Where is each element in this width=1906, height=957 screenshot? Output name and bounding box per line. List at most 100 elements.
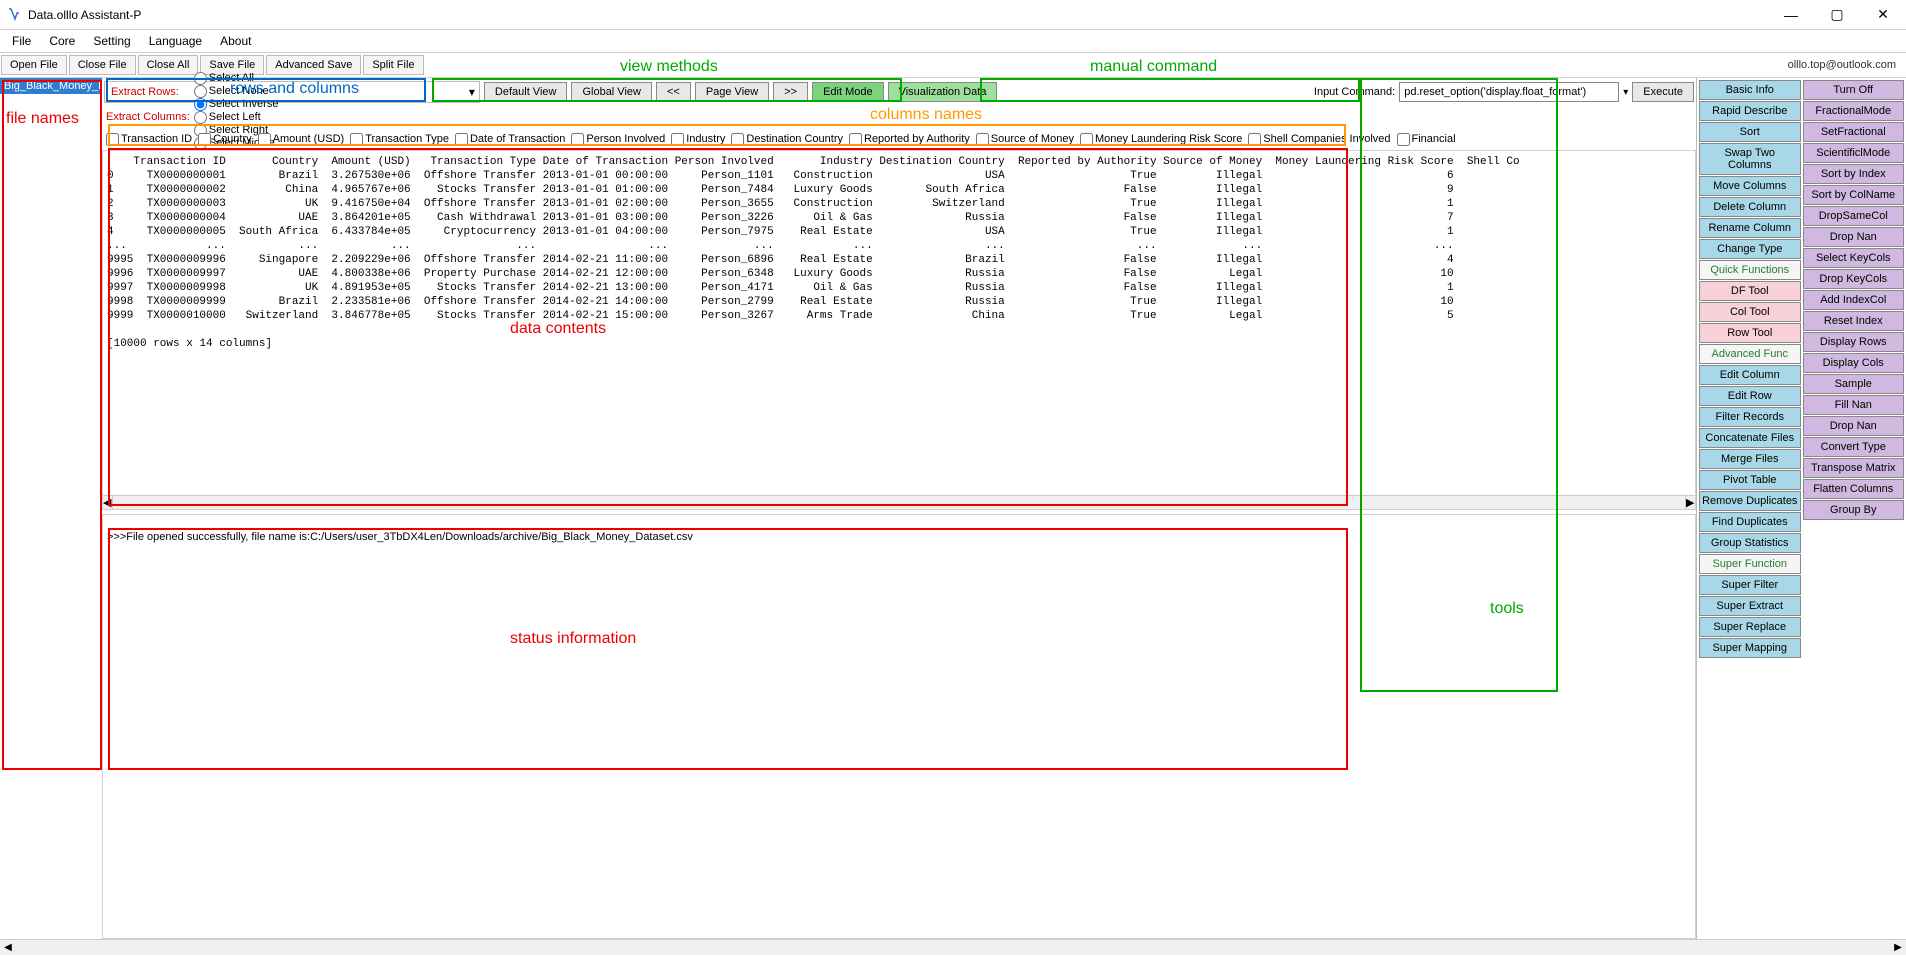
close-file-button[interactable]: Close File [69,55,136,75]
colcheck-amount-usd-[interactable]: Amount (USD) [258,133,345,146]
menu-core[interactable]: Core [41,32,83,50]
menu-setting[interactable]: Setting [85,32,138,50]
tool-super-filter[interactable]: Super Filter [1699,575,1801,595]
colcheck-box[interactable] [976,133,989,146]
tool-reset-index[interactable]: Reset Index [1803,311,1905,331]
menu-language[interactable]: Language [141,32,210,50]
colsel-select-left[interactable]: Select Left [194,111,279,124]
extract-rows-dropdown-icon[interactable]: ▾ [465,85,479,99]
tool-add-indexcol[interactable]: Add IndexCol [1803,290,1905,310]
colsel-select-all[interactable]: Select All [194,72,279,85]
default-view-button[interactable]: Default View [484,82,568,102]
menu-about[interactable]: About [212,32,259,50]
tool-super-extract[interactable]: Super Extract [1699,596,1801,616]
tool-delete-column[interactable]: Delete Column [1699,197,1801,217]
colsel-radio-select-none[interactable] [194,85,207,98]
scroll-right-icon[interactable]: ▶ [1890,942,1906,953]
colcheck-person-involved[interactable]: Person Involved [571,133,665,146]
colsel-select-none[interactable]: Select None [194,85,279,98]
close-all-button[interactable]: Close All [138,55,199,75]
bottom-scrollbar[interactable]: ◀ ▶ [0,939,1906,955]
colcheck-box[interactable] [1080,133,1093,146]
tool-sort[interactable]: Sort [1699,122,1801,142]
visualization-data-button[interactable]: Visualization Data [888,82,998,102]
edit-mode-button[interactable]: Edit Mode [812,82,884,102]
tool-df-tool[interactable]: DF Tool [1699,281,1801,301]
hscroll-right-icon[interactable]: ▶ [1685,496,1695,509]
--button[interactable]: >> [773,82,808,102]
close-button[interactable]: ✕ [1860,0,1906,29]
split-file-button[interactable]: Split File [363,55,423,75]
colsel-radio-select-all[interactable] [194,72,207,85]
tool-remove-duplicates[interactable]: Remove Duplicates [1699,491,1801,511]
tool-pivot-table[interactable]: Pivot Table [1699,470,1801,490]
tool-edit-row[interactable]: Edit Row [1699,386,1801,406]
colcheck-box[interactable] [671,133,684,146]
colsel-radio-select-inverse[interactable] [194,98,207,111]
tool-scientificlmode[interactable]: ScientificlMode [1803,143,1905,163]
colcheck-box[interactable] [198,133,211,146]
colcheck-industry[interactable]: Industry [671,133,725,146]
tool-rename-column[interactable]: Rename Column [1699,218,1801,238]
colcheck-transaction-id[interactable]: Transaction ID [106,133,192,146]
colcheck-country[interactable]: Country [198,133,252,146]
colcheck-money-laundering-risk-score[interactable]: Money Laundering Risk Score [1080,133,1242,146]
tool-transpose-matrix[interactable]: Transpose Matrix [1803,458,1905,478]
tool-sort-by-colname[interactable]: Sort by ColName [1803,185,1905,205]
tool-change-type[interactable]: Change Type [1699,239,1801,259]
colcheck-box[interactable] [350,133,363,146]
colcheck-box[interactable] [106,133,119,146]
global-view-button[interactable]: Global View [571,82,652,102]
tool-group-statistics[interactable]: Group Statistics [1699,533,1801,553]
page-view-button[interactable]: Page View [695,82,769,102]
colcheck-date-of-transaction[interactable]: Date of Transaction [455,133,565,146]
tool-super-mapping[interactable]: Super Mapping [1699,638,1801,658]
tool-edit-column[interactable]: Edit Column [1699,365,1801,385]
tool-col-tool[interactable]: Col Tool [1699,302,1801,322]
menu-file[interactable]: File [4,32,39,50]
maximize-button[interactable]: ▢ [1814,0,1860,29]
colcheck-box[interactable] [731,133,744,146]
tool-filter-records[interactable]: Filter Records [1699,407,1801,427]
tool-rapid-describe[interactable]: Rapid Describe [1699,101,1801,121]
--button[interactable]: << [656,82,691,102]
scroll-left-icon[interactable]: ◀ [0,942,16,953]
tool-select-keycols[interactable]: Select KeyCols [1803,248,1905,268]
tool-super-replace[interactable]: Super Replace [1699,617,1801,637]
status-pane[interactable]: >>>File opened successfully, file name i… [102,514,1696,939]
colcheck-shell-companies-involved[interactable]: Shell Companies Involved [1248,133,1390,146]
tool-flatten-columns[interactable]: Flatten Columns [1803,479,1905,499]
tool-turn-off[interactable]: Turn Off [1803,80,1905,100]
colsel-select-inverse[interactable]: Select Inverse [194,98,279,111]
tool-swap-two-columns[interactable]: Swap Two Columns [1699,143,1801,175]
tool-dropsamecol[interactable]: DropSameCol [1803,206,1905,226]
colcheck-box[interactable] [258,133,271,146]
colcheck-box[interactable] [571,133,584,146]
colcheck-box[interactable] [849,133,862,146]
colcheck-reported-by-authority[interactable]: Reported by Authority [849,133,970,146]
tool-sort-by-index[interactable]: Sort by Index [1803,164,1905,184]
tool-fill-nan[interactable]: Fill Nan [1803,395,1905,415]
tool-sample[interactable]: Sample [1803,374,1905,394]
tool-drop-nan[interactable]: Drop Nan [1803,416,1905,436]
colcheck-financial[interactable]: Financial [1397,133,1456,146]
minimize-button[interactable]: — [1768,0,1814,29]
tool-drop-keycols[interactable]: Drop KeyCols [1803,269,1905,289]
colcheck-destination-country[interactable]: Destination Country [731,133,843,146]
open-file-button[interactable]: Open File [1,55,67,75]
colcheck-box[interactable] [455,133,468,146]
colsel-radio-select-left[interactable] [194,111,207,124]
advanced-save-button[interactable]: Advanced Save [266,55,361,75]
execute-button[interactable]: Execute [1632,82,1694,102]
colcheck-transaction-type[interactable]: Transaction Type [350,133,449,146]
tool-merge-files[interactable]: Merge Files [1699,449,1801,469]
colcheck-box[interactable] [1248,133,1261,146]
tool-row-tool[interactable]: Row Tool [1699,323,1801,343]
tool-setfractional[interactable]: SetFractional [1803,122,1905,142]
tool-basic-info[interactable]: Basic Info [1699,80,1801,100]
input-command-field[interactable] [1399,82,1619,102]
tool-fractionalmode[interactable]: FractionalMode [1803,101,1905,121]
tool-move-columns[interactable]: Move Columns [1699,176,1801,196]
hscroll-left-icon[interactable]: ◀ [103,496,113,509]
tool-concatenate-files[interactable]: Concatenate Files [1699,428,1801,448]
